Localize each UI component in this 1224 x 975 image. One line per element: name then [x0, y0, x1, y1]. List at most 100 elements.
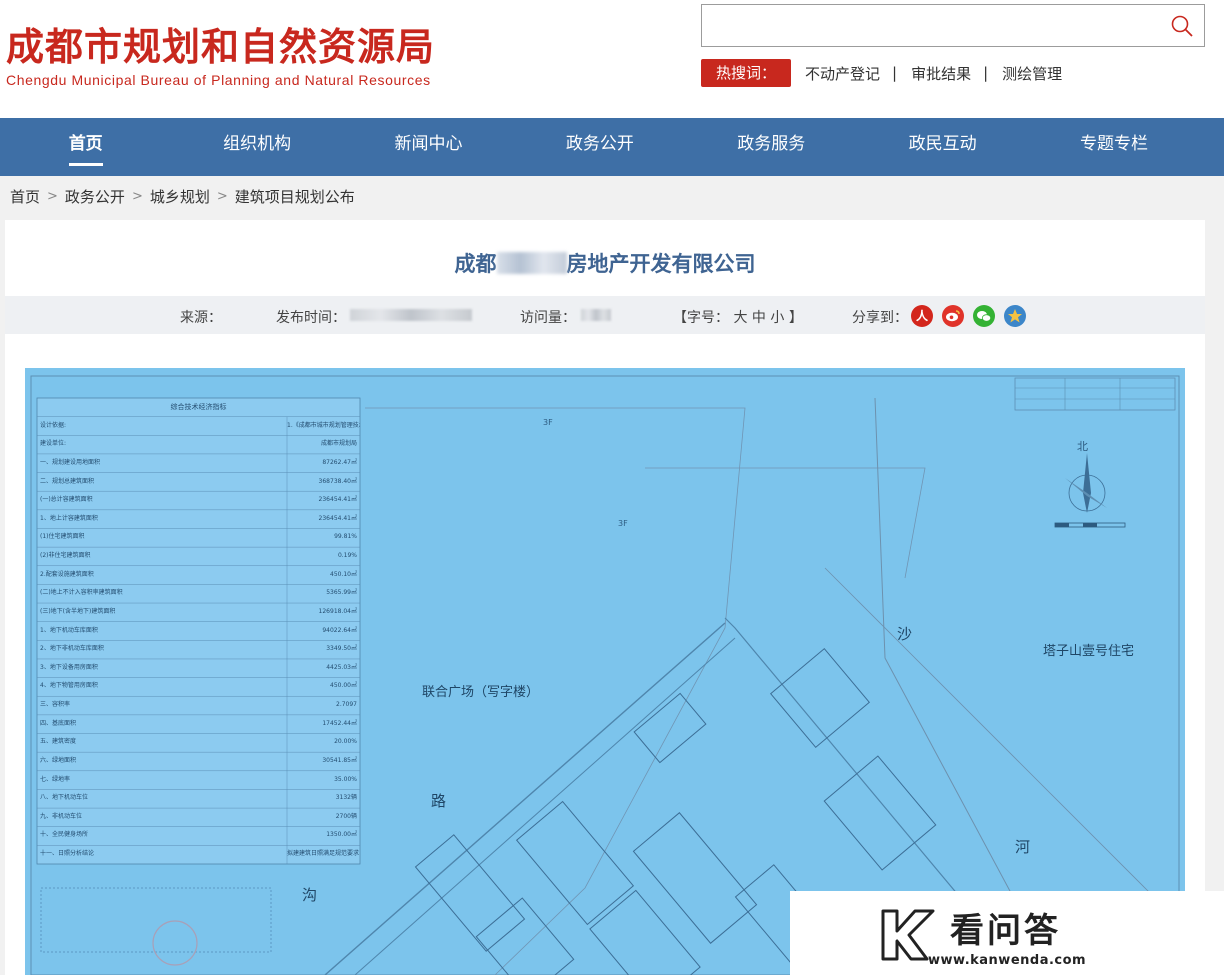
font-size-small[interactable]: 小: [770, 310, 784, 326]
technical-table-row: (1)住宅建筑面积 99.81%: [37, 528, 360, 547]
technical-table-key: 二、规划总建筑面积: [40, 477, 95, 485]
search-icon[interactable]: [1170, 14, 1194, 38]
share-label: 分享到：: [852, 310, 908, 326]
technical-table-value: 4425.03㎡: [326, 663, 357, 671]
technical-table-value: 450.10㎡: [330, 570, 357, 578]
technical-table-row: 二、规划总建筑面积 368738.40㎡: [37, 473, 360, 492]
hot-search-label: 热搜词：: [701, 59, 791, 87]
technical-table-key: 四、基底面积: [40, 719, 77, 727]
technical-table-key: 3、地下设备用房面积: [40, 663, 98, 671]
technical-table-key: 五、建筑密度: [40, 738, 77, 746]
road-label-gou: 沟: [302, 886, 317, 904]
technical-table-key: 十一、日照分析结论: [40, 850, 95, 857]
technical-table-key: 1、地下机动车库面积: [40, 626, 98, 634]
road-label-sha: 沙: [897, 625, 912, 643]
technical-table-key: 三、容积率: [40, 701, 71, 708]
technical-table-key: 1、地上计容建筑面积: [40, 514, 98, 522]
font-size-medium[interactable]: 中: [752, 310, 766, 326]
article-title: 成都 房地产开发有限公司: [5, 248, 1205, 278]
title-suffix: 房地产开发有限公司: [566, 252, 756, 276]
technical-table-row: 2.配套设施建筑面积 450.10㎡: [37, 566, 360, 585]
site-logo-chinese[interactable]: 成都市规划和自然资源局: [6, 16, 435, 71]
title-prefix: 成都: [454, 252, 497, 276]
nav-item-label: 首页: [68, 131, 103, 166]
nav-item-topics[interactable]: 专题专栏: [1028, 118, 1199, 176]
technical-table-value: 87262.47㎡: [322, 458, 357, 466]
technical-table-value: 20.00%: [334, 738, 357, 746]
technical-table-key: 八、地下机动车位: [40, 794, 89, 802]
technical-table-row: 十、全民健身场所 1350.00㎡: [37, 826, 360, 845]
technical-table-row: 九、非机动车位 2700辆: [37, 808, 360, 827]
article-meta: 来源： 发布时间： 访问量： 【字号： 大 中 小 】 分享到： 人: [5, 296, 1205, 334]
search-input[interactable]: [702, 5, 1152, 46]
technical-table-value: 368738.40㎡: [318, 477, 357, 485]
technical-table-row: 建设单位: 成都市规划局: [37, 435, 360, 454]
technical-table-row: 十一、日照分析结论 拟建建筑日照满足规范要求: [37, 845, 360, 864]
font-size-control: 【字号： 大 中 小 】: [673, 307, 803, 327]
nav-item-gov-affairs[interactable]: 政务公开: [514, 118, 685, 176]
technical-table-value: 1350.00㎡: [326, 831, 357, 839]
search-box: [701, 4, 1205, 47]
watermark-text: 看问答: [950, 911, 1061, 951]
breadcrumb-building-projects[interactable]: 建筑项目规划公布: [235, 186, 355, 207]
floor-label: 3F: [543, 418, 553, 427]
share-people-icon[interactable]: 人: [911, 305, 933, 327]
technical-table-row: 2、地下非机动车库面积 3349.50㎡: [37, 640, 360, 659]
breadcrumb-home[interactable]: 首页: [10, 186, 40, 207]
technical-table-key: (一)总计容建筑面积: [40, 496, 93, 504]
technical-table-value: 99.81%: [334, 533, 357, 541]
technical-table-value: 450.00㎡: [330, 682, 357, 690]
technical-table-value: 2.7097: [336, 701, 357, 708]
hot-word-approval[interactable]: 审批结果: [911, 63, 971, 84]
nav-item-interaction[interactable]: 政民互动: [857, 118, 1028, 176]
technical-table-row: 五、建筑密度 20.00%: [37, 733, 360, 752]
share-favorite-icon[interactable]: [1004, 305, 1026, 327]
technical-table-value: 成都市规划局: [320, 440, 357, 448]
technical-table-key: (二)地上不计入容积率建筑面积: [40, 589, 123, 597]
technical-table-key: 建设单位:: [40, 440, 67, 448]
planning-drawing-image: 北 联合广场（写字楼） 塔子山壹号住宅 沙 河 路 沟 3F 3F 综合技术经济…: [25, 368, 1185, 975]
site-logo-english[interactable]: Chengdu Municipal Bureau of Planning and…: [6, 72, 431, 88]
views-label: 访问量：: [520, 310, 576, 326]
breadcrumb-separator: >: [216, 189, 228, 204]
nav-item-organization[interactable]: 组织机构: [171, 118, 342, 176]
technical-table-key: 六、绿地面积: [40, 756, 77, 764]
hot-word-surveying[interactable]: 测绘管理: [1002, 63, 1062, 84]
weibo-glyph-icon: [946, 310, 960, 322]
nav-item-home[interactable]: 首页: [0, 118, 171, 176]
technical-table-row: (2)非住宅建筑面积 0.19%: [37, 547, 360, 566]
breadcrumb-urban-planning[interactable]: 城乡规划: [150, 186, 210, 207]
article-title-band: 成都 房地产开发有限公司: [5, 220, 1205, 296]
hot-word-real-estate[interactable]: 不动产登记: [805, 63, 880, 84]
plaza-label: 联合广场（写字楼）: [422, 685, 539, 700]
share-wechat-icon[interactable]: [973, 305, 995, 327]
nav-item-news[interactable]: 新闻中心: [343, 118, 514, 176]
technical-table-value: 35.00%: [334, 775, 357, 783]
tazishan-label: 塔子山壹号住宅: [1043, 644, 1134, 659]
technical-table-row: 1、地上计容建筑面积 236454.41㎡: [37, 510, 360, 529]
technical-table-row: (二)地上不计入容积率建筑面积 5365.99㎡: [37, 584, 360, 603]
technical-table-value: 0.19%: [337, 552, 357, 559]
share-weibo-icon[interactable]: [942, 305, 964, 327]
breadcrumb: 首页 > 政务公开 > 城乡规划 > 建筑项目规划公布: [10, 186, 355, 207]
floor-label: 3F: [618, 519, 628, 528]
watermark-url: www.kanwenda.com: [928, 953, 1087, 968]
font-size-large[interactable]: 大: [733, 310, 747, 326]
technical-table-key: 2、地下非机动车库面积: [40, 645, 104, 653]
nav-item-services[interactable]: 政务服务: [686, 118, 857, 176]
technical-table-key: (三)地下(含半地下)建筑面积: [40, 607, 116, 615]
technical-table-key: 一、规划建设用地面积: [40, 458, 101, 466]
technical-table-row: 3、地下设备用房面积 4425.03㎡: [37, 659, 360, 678]
technical-table-key: 九、非机动车位: [40, 812, 83, 820]
hot-search-words: 热搜词： 不动产登记 | 审批结果 | 测绘管理: [701, 59, 1062, 87]
title-redaction: [496, 252, 567, 274]
technical-table-value: 236454.41㎡: [318, 514, 357, 522]
wechat-glyph-icon: [977, 311, 992, 322]
font-size-label: 【字号：: [673, 310, 729, 326]
technical-table-row: 三、容积率 2.7097: [37, 696, 360, 715]
technical-table-value: 1.《成都市城市规划管理技术规定(2017版)》 2.项目编号: 2(10)25…: [287, 421, 360, 429]
hot-separator: |: [983, 64, 989, 82]
technical-table-row: 四、基底面积 17452.44㎡: [37, 715, 360, 734]
breadcrumb-gov-affairs[interactable]: 政务公开: [65, 186, 125, 207]
breadcrumb-separator: >: [47, 189, 58, 204]
